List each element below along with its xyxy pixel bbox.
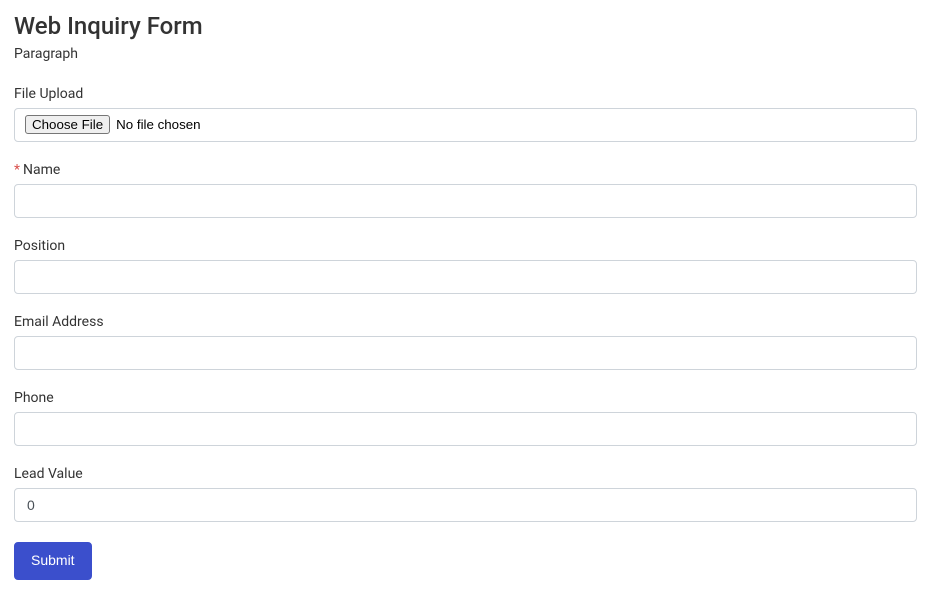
phone-input[interactable] [14, 412, 917, 446]
email-input[interactable] [14, 336, 917, 370]
lead-value-label: Lead Value [14, 466, 917, 482]
phone-label: Phone [14, 390, 917, 406]
page-title: Web Inquiry Form [14, 12, 917, 40]
email-label: Email Address [14, 314, 917, 330]
field-phone: Phone [14, 390, 917, 446]
position-label: Position [14, 238, 917, 254]
field-lead-value: Lead Value [14, 466, 917, 522]
inquiry-form: File Upload Choose File No file chosen *… [14, 86, 917, 580]
field-file-upload: File Upload Choose File No file chosen [14, 86, 917, 142]
choose-file-button[interactable]: Choose File [25, 115, 110, 134]
file-upload-label: File Upload [14, 86, 917, 102]
file-upload-status: No file chosen [116, 115, 200, 135]
required-mark: * [14, 162, 20, 178]
name-label: *Name [14, 162, 917, 178]
lead-value-input[interactable] [14, 488, 917, 522]
name-input[interactable] [14, 184, 917, 218]
submit-button[interactable]: Submit [14, 542, 92, 580]
position-input[interactable] [14, 260, 917, 294]
field-name: *Name [14, 162, 917, 218]
name-label-text: Name [23, 162, 60, 178]
field-email: Email Address [14, 314, 917, 370]
page-paragraph: Paragraph [14, 46, 917, 62]
field-position: Position [14, 238, 917, 294]
file-upload-control[interactable]: Choose File No file chosen [14, 108, 917, 142]
